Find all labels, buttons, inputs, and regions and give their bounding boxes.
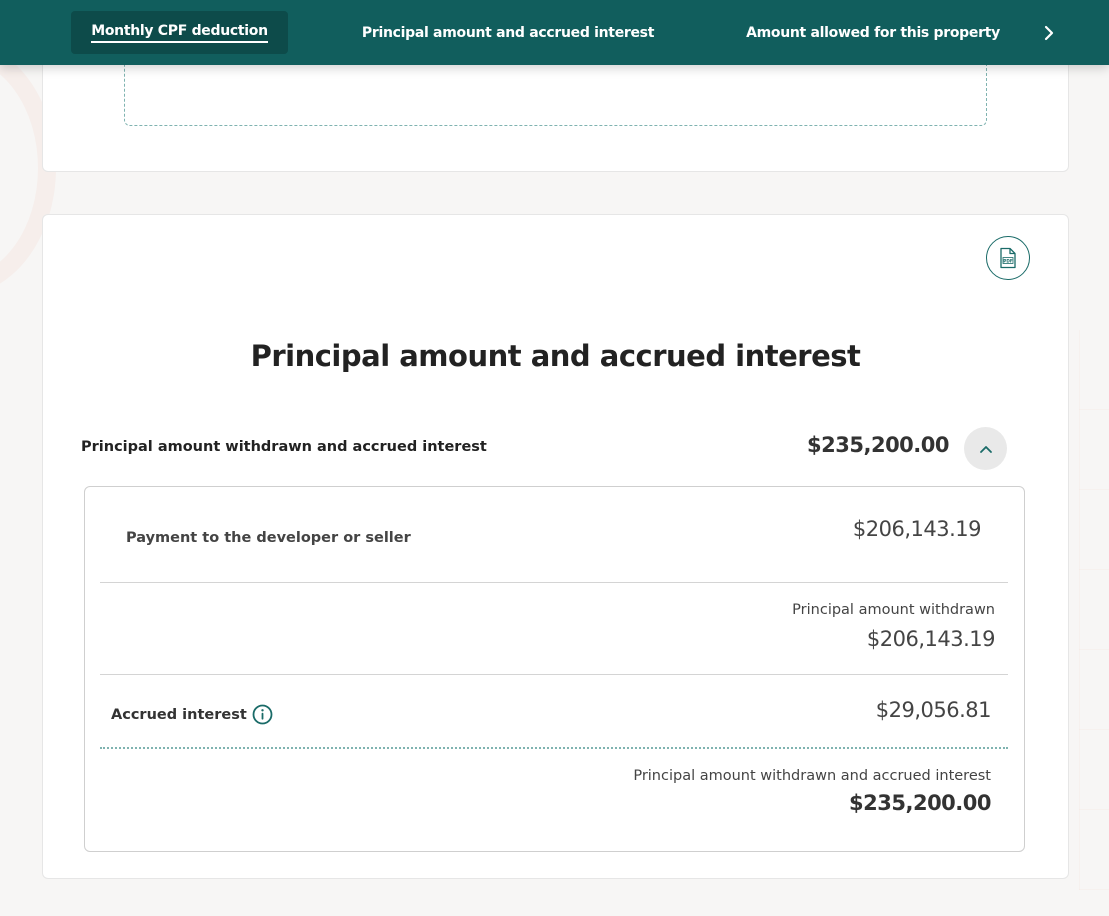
summary-amount: $235,200.00 <box>807 433 949 457</box>
summary-label: Principal amount withdrawn and accrued i… <box>81 439 487 455</box>
principal-withdrawn-label: Principal amount withdrawn <box>792 602 995 618</box>
total-label: Principal amount withdrawn and accrued i… <box>633 768 991 784</box>
tab-label: Principal amount and accrued interest <box>361 24 655 41</box>
accrued-interest-amount: $29,056.81 <box>875 698 992 722</box>
accrued-interest-row-label: Accrued interest <box>111 704 273 725</box>
svg-text:PDF: PDF <box>1003 258 1013 263</box>
divider <box>100 582 1008 583</box>
divider <box>100 674 1008 675</box>
chevron-up-icon <box>979 445 992 453</box>
chevron-right-icon <box>1044 25 1054 41</box>
collapse-breakdown-button[interactable] <box>964 427 1007 470</box>
accrued-interest-info-button[interactable] <box>252 704 273 725</box>
total-amount: $235,200.00 <box>849 791 991 815</box>
dotted-divider <box>100 747 1008 749</box>
payee-label: Payment to the developer or seller <box>126 530 411 546</box>
tab-amount-allowed-for-this-property[interactable]: Amount allowed for this property <box>735 11 1011 54</box>
tab-principal-amount-and-accrued-interest[interactable]: Principal amount and accrued interest <box>352 11 664 54</box>
pdf-file-icon: PDF <box>1000 247 1016 269</box>
payee-amount: $206,143.19 <box>852 517 982 541</box>
section-title: Principal amount and accrued interest <box>250 339 861 373</box>
next-tabs-button[interactable] <box>1034 20 1064 46</box>
download-pdf-button[interactable]: PDF <box>986 236 1030 280</box>
section-tab-bar: Monthly CPF deduction Principal amount a… <box>0 0 1109 65</box>
accrued-interest-label: Accrued interest <box>111 706 247 723</box>
principal-withdrawn-amount: $206,143.19 <box>866 627 996 651</box>
tab-label: Monthly CPF deduction <box>91 23 268 43</box>
tab-monthly-cpf-deduction[interactable]: Monthly CPF deduction <box>71 11 288 54</box>
breakdown-panel: Payment to the developer or seller $206,… <box>84 486 1025 852</box>
background-grid-decoration <box>1079 330 1109 890</box>
page: Monthly CPF deduction Principal amount a… <box>0 0 1109 916</box>
info-icon <box>252 704 273 725</box>
principal-interest-card: PDF Principal amount and accrued interes… <box>42 214 1069 879</box>
tab-label: Amount allowed for this property <box>746 24 1000 41</box>
